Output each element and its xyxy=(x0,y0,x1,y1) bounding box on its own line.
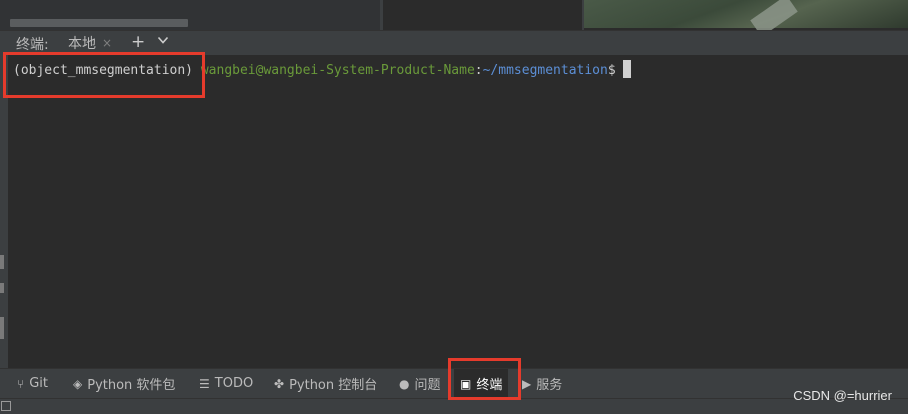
tool-window-bar: ⑂ Git ◈ Python 软件包 ☰ TODO ✤ Python 控制台 ●… xyxy=(0,368,908,398)
chevron-down-icon[interactable] xyxy=(157,33,169,49)
git-branch-icon: ⑂ xyxy=(17,376,25,391)
services-icon: ▶ xyxy=(522,376,532,391)
prompt-symbol: $ xyxy=(607,63,616,78)
tool-todo[interactable]: ☰ TODO xyxy=(199,369,253,398)
tab-local-label: 本地 xyxy=(68,36,96,52)
terminal-output[interactable]: (object_mmsegmentation) wangbei@wangbei-… xyxy=(8,55,908,368)
prompt-line: (object_mmsegmentation) wangbei@wangbei-… xyxy=(13,60,631,79)
tool-python-packages-label: Python 软件包 xyxy=(87,378,176,393)
problems-icon: ● xyxy=(399,376,410,391)
horizontal-scrollbar[interactable] xyxy=(10,19,188,27)
packages-icon: ◈ xyxy=(73,376,83,391)
status-bar xyxy=(0,398,908,414)
gutter-tool-mark[interactable] xyxy=(0,255,4,269)
gutter-tool-mark[interactable] xyxy=(0,317,4,339)
tool-terminal[interactable]: ▣ 终端 xyxy=(454,369,509,398)
layout-toggle-icon[interactable] xyxy=(1,401,11,411)
tool-problems[interactable]: ● 问题 xyxy=(399,369,441,398)
working-directory: ~/mmsegmentation xyxy=(482,63,608,78)
pane-divider[interactable] xyxy=(380,0,383,30)
tool-git-label: Git xyxy=(29,376,48,391)
ide-window: 终端: 本地 × + (object_mmsegmentation) wangb… xyxy=(0,0,908,414)
watermark: CSDN @=hurrier xyxy=(793,388,892,403)
terminal-title: 终端: xyxy=(16,37,49,53)
todo-list-icon: ☰ xyxy=(199,376,210,391)
prompt-separator: : xyxy=(474,63,483,78)
conda-env-name: (object_mmsegmentation) xyxy=(13,63,194,78)
tool-problems-label: 问题 xyxy=(414,378,441,393)
tool-terminal-label: 终端 xyxy=(476,378,503,393)
image-preview xyxy=(584,0,908,37)
tool-services-label: 服务 xyxy=(536,378,563,393)
editor-pane xyxy=(0,0,380,30)
python-console-icon: ✤ xyxy=(274,376,285,391)
tool-todo-label: TODO xyxy=(214,376,254,391)
tool-python-packages[interactable]: ◈ Python 软件包 xyxy=(73,369,175,398)
terminal-header: 终端: 本地 × + xyxy=(0,30,908,55)
tab-local[interactable]: 本地 × xyxy=(60,31,120,55)
user-host: wangbei@wangbei-System-Product-Name xyxy=(200,63,475,78)
terminal-cursor xyxy=(622,60,631,78)
terminal-icon: ▣ xyxy=(460,376,472,391)
tool-python-console[interactable]: ✤ Python 控制台 xyxy=(274,369,377,398)
close-icon[interactable]: × xyxy=(102,36,112,50)
tool-git[interactable]: ⑂ Git xyxy=(17,369,48,398)
editor-area-strip xyxy=(0,0,908,37)
gutter-tool-mark[interactable] xyxy=(0,283,4,293)
left-tool-gutter xyxy=(0,55,8,368)
add-tab-icon[interactable]: + xyxy=(131,32,145,52)
tool-services[interactable]: ▶ 服务 xyxy=(522,369,562,398)
tool-python-console-label: Python 控制台 xyxy=(289,378,378,393)
